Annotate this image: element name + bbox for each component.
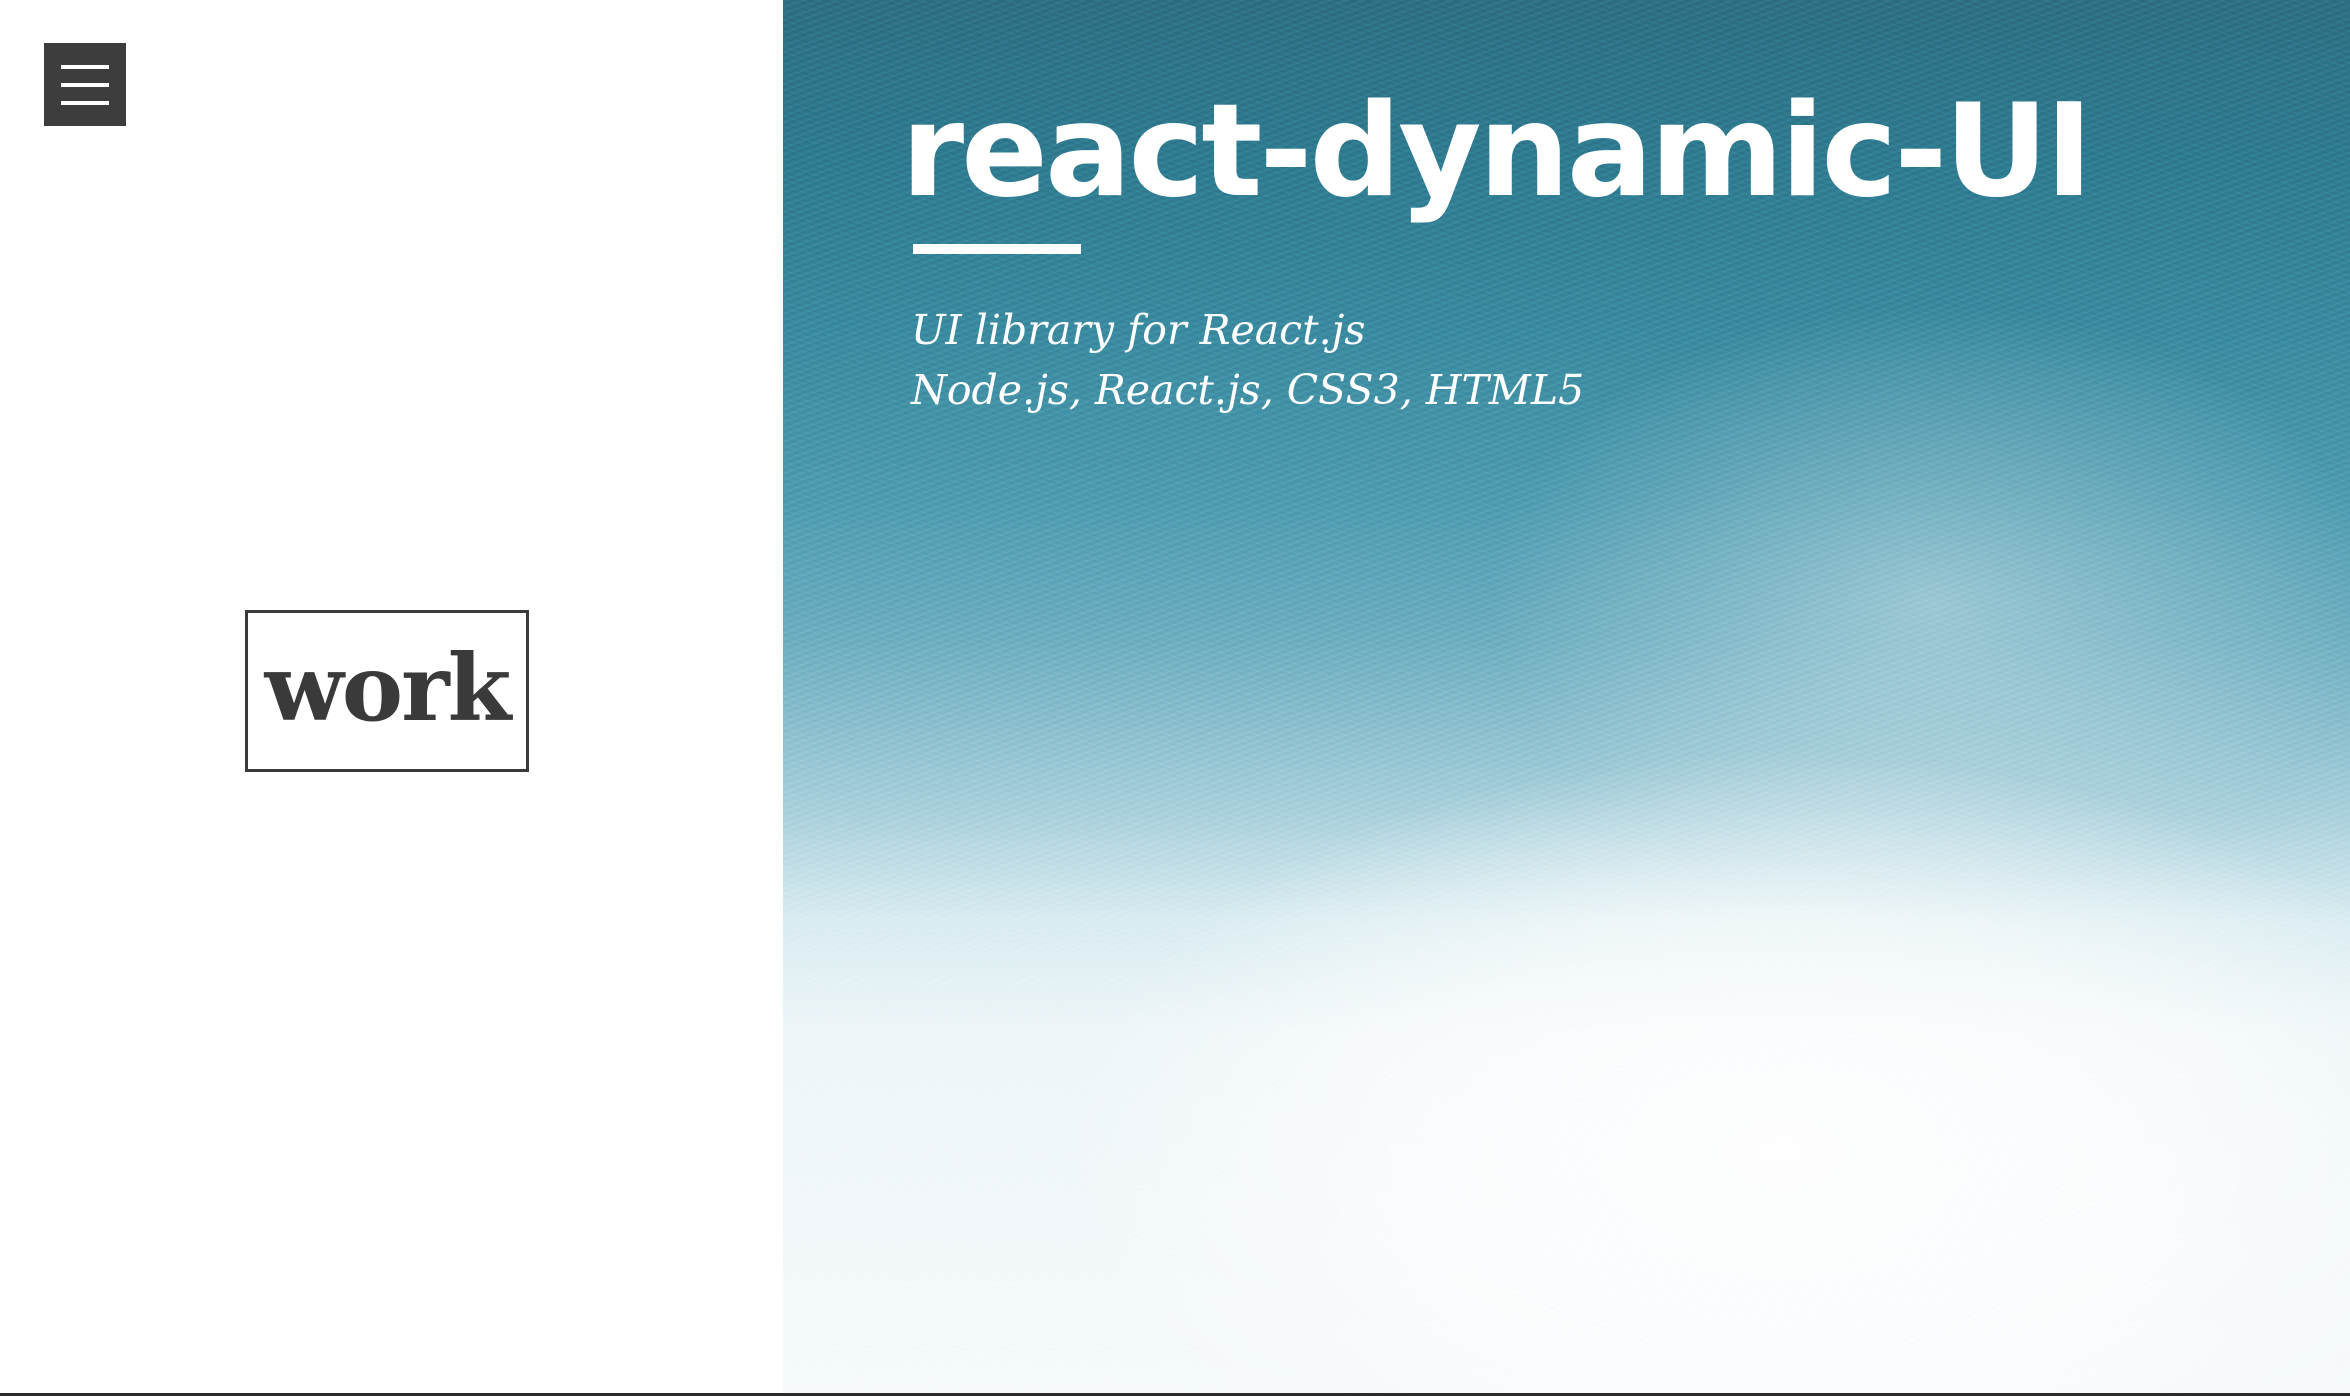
hero-background-light (1483, 300, 2350, 900)
title-underline (913, 244, 1081, 254)
left-panel: work (0, 0, 783, 1393)
project-tagline: UI library for React.js (911, 306, 1366, 354)
work-link[interactable]: work (245, 610, 529, 772)
project-tech-stack: Node.js, React.js, CSS3, HTML5 (911, 366, 1585, 414)
menu-button[interactable] (44, 43, 126, 126)
work-link-label: work (264, 634, 512, 742)
project-description: UI library for React.js Node.js, React.j… (911, 300, 1584, 420)
project-hero: react-dynamic-UI UI library for React.js… (783, 0, 2350, 1393)
project-title: react-dynamic-UI (901, 77, 2093, 226)
page: work react-dynamic-UI UI library for Rea… (0, 0, 2350, 1396)
